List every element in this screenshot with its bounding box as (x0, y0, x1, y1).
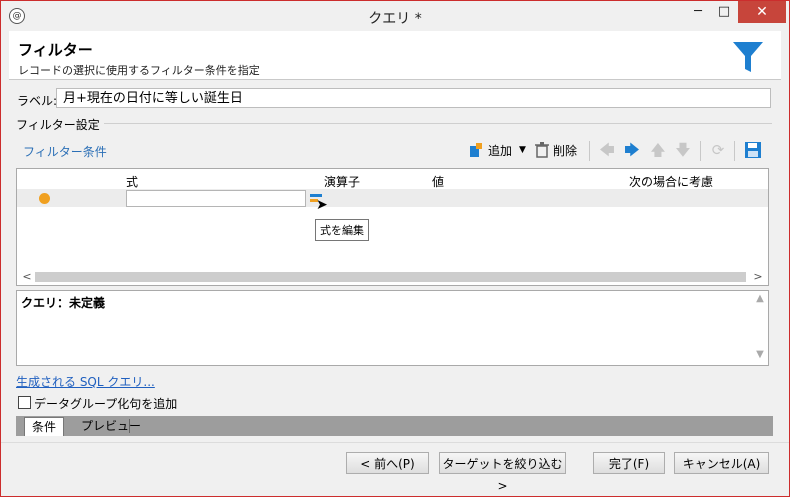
funnel-icon (733, 42, 763, 72)
footer-divider (1, 442, 789, 443)
arrow-down-icon[interactable]: 🡇 (674, 141, 692, 159)
delete-button[interactable]: 削除 (553, 142, 577, 159)
group-by-checkbox-label[interactable]: データグループ化句を追加 (34, 395, 177, 412)
tab-preview[interactable]: プレビュー (74, 417, 148, 435)
scroll-down-icon[interactable]: ▼ (752, 349, 768, 363)
vertical-scrollbar[interactable]: ▲ ▼ (752, 291, 768, 365)
tab-separator (129, 419, 130, 433)
query-preview-box: クエリ：未定義 ▲ ▼ (16, 290, 769, 366)
tooltip-edit-expression: 式を編集 (315, 219, 369, 241)
arrow-right-icon[interactable]: 🡆 (623, 141, 641, 159)
horizontal-scrollbar[interactable]: < > (17, 269, 768, 285)
query-dialog-window: @ クエリ * ─ □ ✕ フィルター レコードの選択に使用するフィルター条件を… (0, 0, 790, 497)
group-by-checkbox[interactable] (18, 396, 31, 409)
label-row: ラベル: 月+現在の日付に等しい誕生日 (9, 81, 781, 121)
table-row[interactable]: ➤ (17, 189, 768, 213)
mouse-cursor-icon: ➤ (316, 197, 328, 213)
toolbar-separator (700, 141, 701, 161)
trash-icon[interactable] (533, 141, 551, 159)
query-text: クエリ：未定義 (21, 296, 106, 310)
generated-sql-link[interactable]: 生成される SQL クエリ... (16, 373, 155, 390)
column-header-consider-if[interactable]: 次の場合に考慮 (629, 173, 713, 190)
conditions-grid: 式 演算子 値 次の場合に考慮 ➤ 式を編集 < > (16, 168, 769, 286)
save-icon[interactable] (744, 141, 762, 159)
page-subtitle: レコードの選択に使用するフィルター条件を指定 (18, 64, 260, 77)
toolbar-separator (589, 141, 590, 161)
arrow-left-icon[interactable]: 🡄 (598, 141, 616, 159)
arrow-up-icon[interactable]: 🡅 (649, 141, 667, 159)
scroll-left-icon[interactable]: < (19, 269, 35, 285)
cancel-button[interactable]: キャンセル(A) (674, 452, 769, 474)
refresh-icon[interactable]: ⟳ (709, 141, 727, 159)
previous-button[interactable]: < 前へ(P) (346, 452, 429, 474)
label-input[interactable]: 月+現在の日付に等しい誕生日 (56, 88, 771, 108)
expression-input[interactable] (126, 190, 306, 207)
add-button[interactable]: 追加 (488, 142, 512, 159)
add-condition-icon[interactable] (467, 141, 485, 159)
maximize-button[interactable]: □ (711, 1, 737, 23)
scroll-up-icon[interactable]: ▲ (752, 293, 768, 307)
group-divider (85, 123, 772, 124)
label-caption: ラベル: (17, 94, 58, 108)
close-button[interactable]: ✕ (738, 1, 786, 23)
minimize-button[interactable]: ─ (685, 1, 711, 23)
refine-target-button[interactable]: ターゲットを絞り込む> (439, 452, 566, 493)
window-title: クエリ * (368, 11, 422, 27)
toolbar-separator (734, 141, 735, 161)
finish-button[interactable]: 完了(F) (593, 452, 665, 474)
scrollbar-thumb[interactable] (35, 272, 746, 282)
page-header: フィルター レコードの選択に使用するフィルター条件を指定 (9, 31, 781, 80)
bottom-tab-bar: 条件 プレビュー (16, 416, 773, 436)
scroll-right-icon[interactable]: > (750, 269, 766, 285)
add-dropdown-icon[interactable]: ▼ (519, 145, 526, 155)
page-title: フィルター (18, 41, 93, 59)
column-header-value[interactable]: 値 (432, 173, 444, 190)
title-bar: @ クエリ * ─ □ ✕ (1, 1, 789, 31)
column-header-operator[interactable]: 演算子 (324, 173, 360, 190)
filter-toolbar: フィルター条件 追加 ▼ 削除 🡄 🡆 🡅 🡇 ⟳ (16, 138, 769, 164)
column-header-expression[interactable]: 式 (126, 173, 138, 190)
tab-conditions[interactable]: 条件 (24, 417, 65, 436)
filter-settings-title: フィルター設定 (16, 116, 104, 133)
status-dot-icon (39, 193, 50, 204)
filter-conditions-link[interactable]: フィルター条件 (23, 143, 107, 160)
